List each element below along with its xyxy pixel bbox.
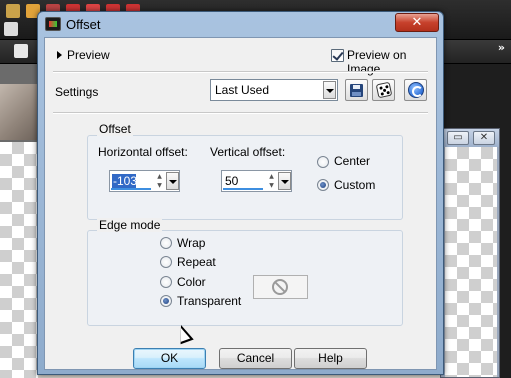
wrap-radio-label[interactable]: Wrap	[177, 236, 205, 250]
offset-dialog: Offset ✕ Preview Preview on Image Settin…	[37, 11, 444, 375]
vertical-offset-slider[interactable]	[223, 188, 263, 190]
image-window-canvas	[445, 147, 497, 377]
repeat-radio-label[interactable]: Repeat	[177, 255, 216, 269]
chevron-down-icon[interactable]	[323, 81, 336, 99]
vertical-offset-label: Vertical offset:	[210, 145, 286, 159]
background-image-window: ▭ ✕	[440, 128, 500, 378]
center-radio[interactable]	[317, 156, 329, 168]
horizontal-offset-slider[interactable]	[111, 188, 151, 190]
cancel-button[interactable]: Cancel	[219, 348, 292, 369]
dialog-client-area: Preview Preview on Image Settings Last U…	[44, 37, 437, 370]
edge-mode-group-title: Edge mode	[97, 218, 163, 232]
horizontal-offset-field[interactable]: -103 ▲ ▼	[109, 170, 180, 192]
edge-mode-group	[87, 230, 403, 326]
randomize-dice-icon	[375, 81, 393, 99]
no-color-icon	[272, 279, 288, 295]
offset-group-title: Offset	[97, 122, 133, 136]
dialog-titlebar[interactable]: Offset ✕	[38, 12, 443, 36]
separator	[53, 112, 428, 114]
preview-toggle[interactable]: Preview	[67, 48, 110, 62]
edge-color-swatch[interactable]	[253, 275, 308, 299]
custom-radio[interactable]	[317, 179, 329, 191]
repeat-radio[interactable]	[160, 256, 172, 268]
background-canvas	[0, 142, 38, 378]
reset-button[interactable]	[404, 79, 427, 101]
preset-dropdown-value: Last Used	[215, 83, 270, 97]
toolbar-overflow-icon[interactable]: »	[498, 41, 505, 54]
randomize-button[interactable]	[372, 79, 395, 101]
toolbar-icon[interactable]	[6, 4, 20, 18]
toolbar-icon[interactable]	[4, 22, 18, 36]
preview-on-image-checkbox[interactable]	[331, 49, 344, 62]
horizontal-offset-value[interactable]: -103	[112, 174, 137, 189]
transparent-radio-label[interactable]: Transparent	[177, 294, 241, 308]
expand-preview-icon[interactable]	[57, 51, 62, 59]
save-preset-icon	[350, 84, 363, 97]
center-radio-label[interactable]: Center	[334, 154, 370, 168]
custom-radio-label[interactable]: Custom	[334, 178, 375, 192]
background-photo-thumbnail	[0, 84, 38, 140]
chevron-down-icon[interactable]	[278, 172, 291, 190]
dialog-title: Offset	[66, 17, 101, 32]
vertical-offset-value[interactable]: 50	[224, 174, 266, 189]
separator	[53, 71, 428, 73]
ok-button[interactable]: OK	[133, 348, 206, 369]
wrap-radio[interactable]	[160, 237, 172, 249]
preview-row: Preview Preview on Image	[55, 47, 435, 76]
maximize-icon[interactable]: ▭	[447, 131, 469, 145]
app-icon	[45, 17, 61, 31]
reset-icon	[408, 82, 424, 98]
save-preset-button[interactable]	[345, 79, 368, 101]
color-radio-label[interactable]: Color	[177, 275, 206, 289]
image-window-titlebar[interactable]: ▭ ✕	[441, 129, 499, 147]
chevron-down-icon[interactable]	[166, 172, 179, 190]
vertical-offset-field[interactable]: 50 ▲ ▼	[221, 170, 292, 192]
color-radio[interactable]	[160, 276, 172, 288]
vertical-offset-stepper[interactable]: ▲ ▼	[266, 172, 277, 190]
close-icon[interactable]: ✕	[473, 131, 495, 145]
help-button[interactable]: Help	[294, 348, 367, 369]
horizontal-offset-stepper[interactable]: ▲ ▼	[154, 172, 165, 190]
preset-dropdown[interactable]: Last Used	[210, 79, 338, 101]
close-button[interactable]: ✕	[395, 13, 439, 32]
toolbar-icon[interactable]	[14, 44, 28, 58]
settings-label: Settings	[55, 85, 99, 99]
transparent-radio[interactable]	[160, 295, 172, 307]
horizontal-offset-label: Horizontal offset:	[98, 145, 188, 159]
